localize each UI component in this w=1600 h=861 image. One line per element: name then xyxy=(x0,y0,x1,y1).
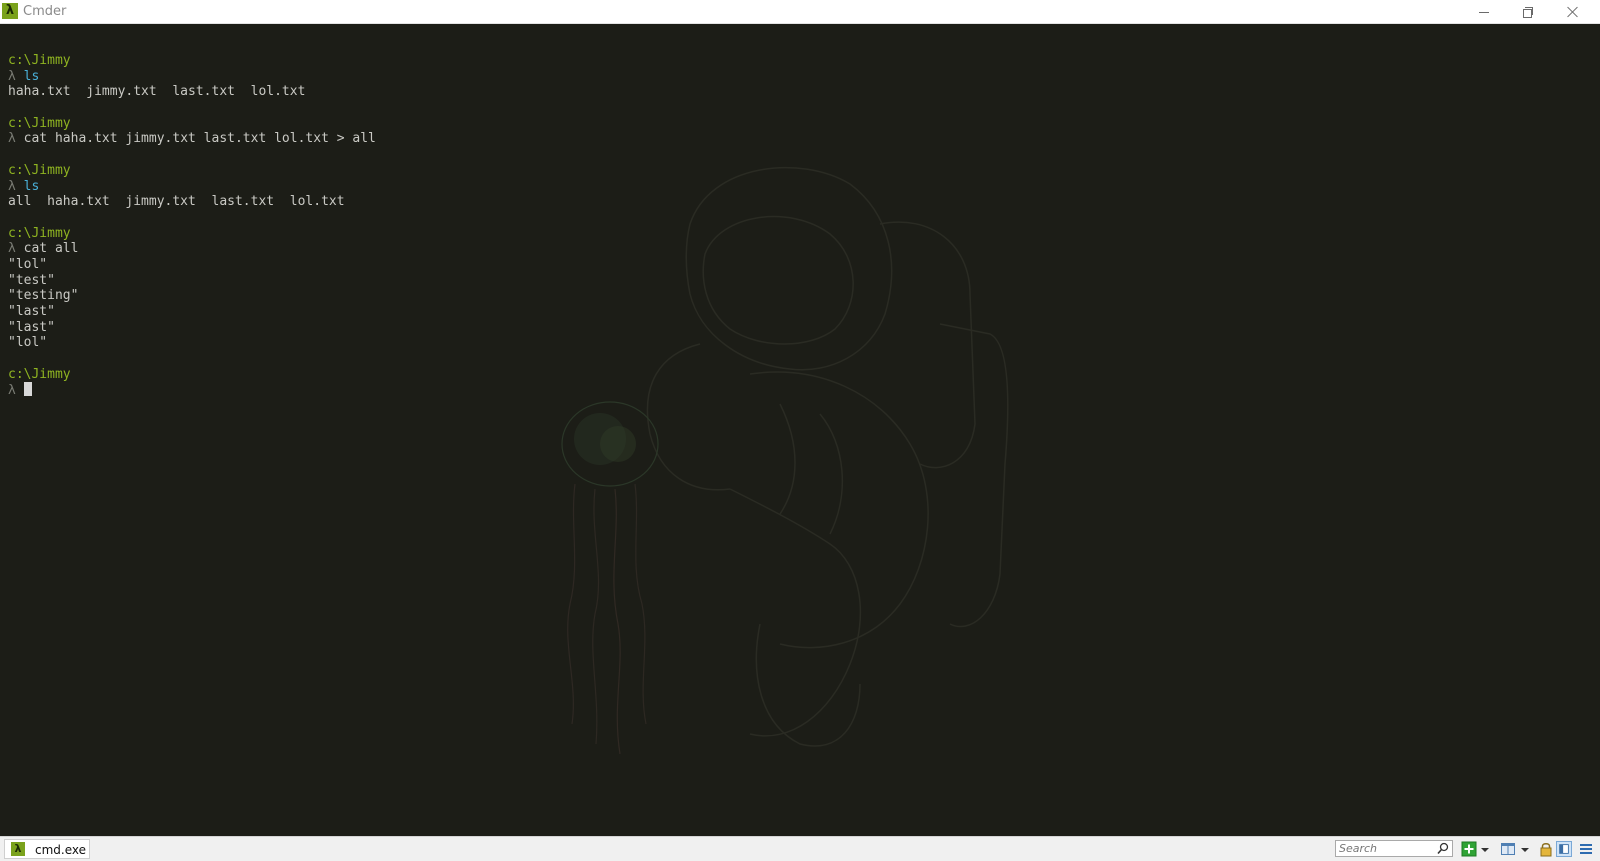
prompt-path-line: c:\Jimmy xyxy=(8,226,376,242)
command-text: cat haha.txt jimmy.txt last.txt lol.txt … xyxy=(23,131,376,147)
split-view-icon[interactable] xyxy=(1500,841,1516,857)
output-text: all haha.txt jimmy.txt last.txt lol.txt xyxy=(8,194,345,210)
command-text: ls xyxy=(23,178,40,194)
output-line: "last" xyxy=(8,320,376,336)
close-button[interactable] xyxy=(1551,0,1595,23)
console-area[interactable]: c:\Jimmy λ ls haha.txt jimmy.txt last.txt … xyxy=(0,24,1600,836)
tab-label: cmd.exe xyxy=(35,843,87,857)
cmder-window: λ Cmder c:\Jimmy λ ls haha.txt jimmy.txt… xyxy=(0,0,1600,861)
output-text: "testing" xyxy=(8,288,79,304)
prompt-path: c:\Jimmy xyxy=(8,366,71,382)
output-line: "last" xyxy=(8,304,376,320)
window-title: Cmder xyxy=(23,4,67,19)
layout-icon[interactable] xyxy=(1556,841,1572,857)
add-console-icon[interactable] xyxy=(1461,841,1477,857)
prompt-path: c:\Jimmy xyxy=(8,115,71,131)
lambda-prompt-symbol: λ xyxy=(8,68,16,84)
search-input[interactable] xyxy=(1339,841,1431,856)
title-bar[interactable]: λ Cmder xyxy=(0,0,1600,24)
prompt-path-line: c:\Jimmy xyxy=(8,116,376,132)
restore-icon xyxy=(1523,6,1533,18)
menu-icon[interactable] xyxy=(1578,841,1594,857)
command-text: ls xyxy=(23,68,40,84)
lambda-app-icon[interactable]: λ xyxy=(2,3,18,19)
active-input-line: λ xyxy=(8,382,376,398)
output-text: "last" xyxy=(8,319,55,335)
lock-icon[interactable] xyxy=(1538,841,1554,857)
output-text: "test" xyxy=(8,272,55,288)
output-line: "lol" xyxy=(8,335,376,351)
close-icon xyxy=(1567,6,1579,18)
prompt-path-line: c:\Jimmy xyxy=(8,163,376,179)
command-line: λ cat haha.txt jimmy.txt last.txt lol.tx… xyxy=(8,131,376,147)
output-line: all haha.txt jimmy.txt last.txt lol.txt xyxy=(8,194,376,210)
prompt-path: c:\Jimmy xyxy=(8,225,71,241)
text-cursor[interactable] xyxy=(23,382,32,397)
output-text: "last" xyxy=(8,304,55,319)
command-text: cat all xyxy=(23,241,79,257)
lambda-prompt-symbol: λ xyxy=(8,383,16,399)
lambda-prompt-symbol: λ xyxy=(8,131,16,147)
prompt-path-line: c:\Jimmy xyxy=(8,53,376,69)
command-line: λ ls xyxy=(8,69,376,85)
output-line: "testing" xyxy=(8,288,376,304)
prompt-path: c:\Jimmy xyxy=(8,162,71,178)
prompt-path-line: c:\Jimmy xyxy=(8,367,376,383)
command-line: λ ls xyxy=(8,179,376,195)
prompt-path: c:\Jimmy xyxy=(8,53,71,68)
minimize-icon xyxy=(1479,11,1489,13)
command-line: λ cat all xyxy=(8,241,376,257)
restore-button[interactable] xyxy=(1506,0,1550,23)
lambda-tab-icon: λ xyxy=(11,842,25,856)
output-line: "lol" xyxy=(8,257,376,273)
console-tab-cmd[interactable]: λ cmd.exe xyxy=(4,839,90,859)
minimize-button[interactable] xyxy=(1462,0,1506,23)
astronaut-background-art xyxy=(561,166,1009,755)
terminal-output[interactable]: c:\Jimmy λ ls haha.txt jimmy.txt last.txt … xyxy=(8,53,376,398)
output-line: haha.txt jimmy.txt last.txt lol.txt xyxy=(8,84,376,100)
dropdown-arrow-icon[interactable] xyxy=(1480,841,1490,857)
dropdown-arrow-icon[interactable] xyxy=(1520,841,1530,857)
output-line: "test" xyxy=(8,273,376,289)
output-text: "lol" xyxy=(8,335,48,351)
lambda-prompt-symbol: λ xyxy=(8,178,16,194)
search-box[interactable] xyxy=(1335,840,1453,857)
search-icon[interactable] xyxy=(1437,842,1449,855)
output-text: "lol" xyxy=(8,256,48,272)
lambda-prompt-symbol: λ xyxy=(8,241,16,257)
output-text: haha.txt jimmy.txt last.txt lol.txt xyxy=(8,84,306,100)
status-bar: λ cmd.exe xyxy=(0,836,1600,861)
